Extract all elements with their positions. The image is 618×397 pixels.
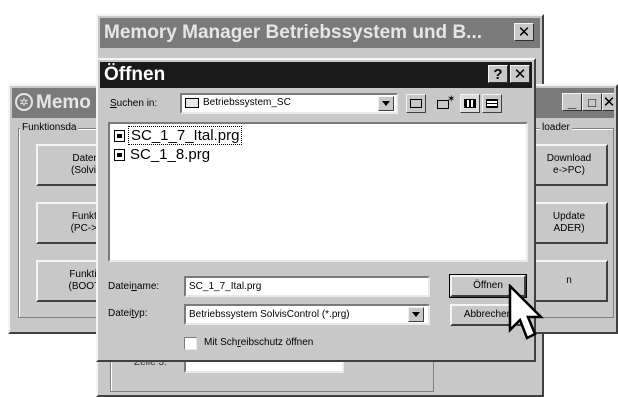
open-dialog-titlebar: Öffnen ? ✕: [100, 62, 532, 88]
memo-maximize-button[interactable]: □: [582, 93, 602, 111]
memory-manager-app-icon: ✲: [15, 93, 33, 111]
readonly-checkbox[interactable]: [184, 337, 197, 350]
look-in-label: Suchen in:: [110, 98, 158, 109]
close-icon: ✕: [602, 93, 614, 111]
mouse-pointer-icon: [508, 284, 544, 340]
new-folder-button[interactable]: ✶: [434, 94, 456, 113]
file-name: SC_1_7_Ital.prg: [128, 126, 243, 145]
chevron-down-icon: [382, 101, 390, 106]
details-view-icon: [486, 99, 498, 108]
up-folder-button[interactable]: [406, 94, 426, 113]
memo-title: Memo: [36, 92, 91, 113]
download-button[interactable]: Download e->PC): [530, 144, 608, 186]
memo-minimize-button[interactable]: _: [562, 93, 582, 111]
close-icon: ✕: [513, 65, 527, 83]
look-in-value: Betriebssystem_SC: [203, 97, 291, 108]
filetype-value: Betriebssystem SolvisControl (*.prg): [189, 309, 350, 320]
new-folder-sparkle: ✶: [447, 94, 456, 105]
memory-manager-title: Memory Manager Betriebssystem und B...: [104, 22, 482, 43]
open-dialog-close-button[interactable]: ✕: [510, 65, 530, 83]
update-bootloader-button[interactable]: Update ADER): [530, 202, 608, 244]
list-item[interactable]: SC_1_7_Ital.prg: [114, 126, 243, 145]
readonly-label: Mit Schreibschutz öffnen: [204, 337, 314, 348]
filename-input[interactable]: SC_1_7_Ital.prg: [184, 276, 430, 297]
open-dialog: Öffnen ? ✕ Suchen in: Betriebssystem_SC …: [96, 58, 536, 362]
filetype-label: Dateityp:: [108, 308, 148, 319]
memory-manager-titlebar: Memory Manager Betriebssystem und B... ✕: [100, 18, 540, 48]
close-icon: ✕: [517, 23, 531, 41]
memory-manager-close-button[interactable]: ✕: [514, 23, 534, 41]
file-name: SC_1_8.prg: [130, 146, 211, 163]
folder-icon: [185, 98, 199, 108]
filetype-dropdown[interactable]: Betriebssystem SolvisControl (*.prg): [184, 304, 430, 325]
look-in-dropdown-arrow[interactable]: [378, 96, 394, 111]
look-in-dropdown[interactable]: Betriebssystem_SC: [180, 93, 398, 114]
up-folder-icon: [410, 99, 422, 108]
memo-close-button[interactable]: ✕: [602, 93, 614, 111]
help-icon: ?: [493, 65, 503, 83]
filename-value: SC_1_7_Ital.prg: [189, 281, 262, 292]
maximize-icon: □: [588, 94, 596, 110]
chevron-down-icon: [412, 312, 420, 317]
file-list[interactable]: SC_1_7_Ital.prg SC_1_8.prg: [108, 122, 528, 262]
filetype-dropdown-arrow[interactable]: [408, 307, 424, 322]
help-button[interactable]: ?: [488, 65, 508, 83]
list-item[interactable]: SC_1_8.prg: [114, 146, 212, 163]
funktionsdaten-group-label: Funktionsda: [20, 122, 79, 133]
prg-file-icon: [114, 148, 125, 161]
prg-file-icon: [114, 129, 125, 142]
details-view-button[interactable]: [482, 94, 502, 113]
minimize-icon: _: [567, 93, 577, 111]
list-view-button[interactable]: [460, 94, 480, 113]
bootloader-group-label: loader: [540, 122, 572, 133]
open-dialog-title: Öffnen: [104, 64, 166, 85]
list-view-icon: [464, 99, 476, 108]
filename-label: Dateiname:: [108, 281, 160, 292]
